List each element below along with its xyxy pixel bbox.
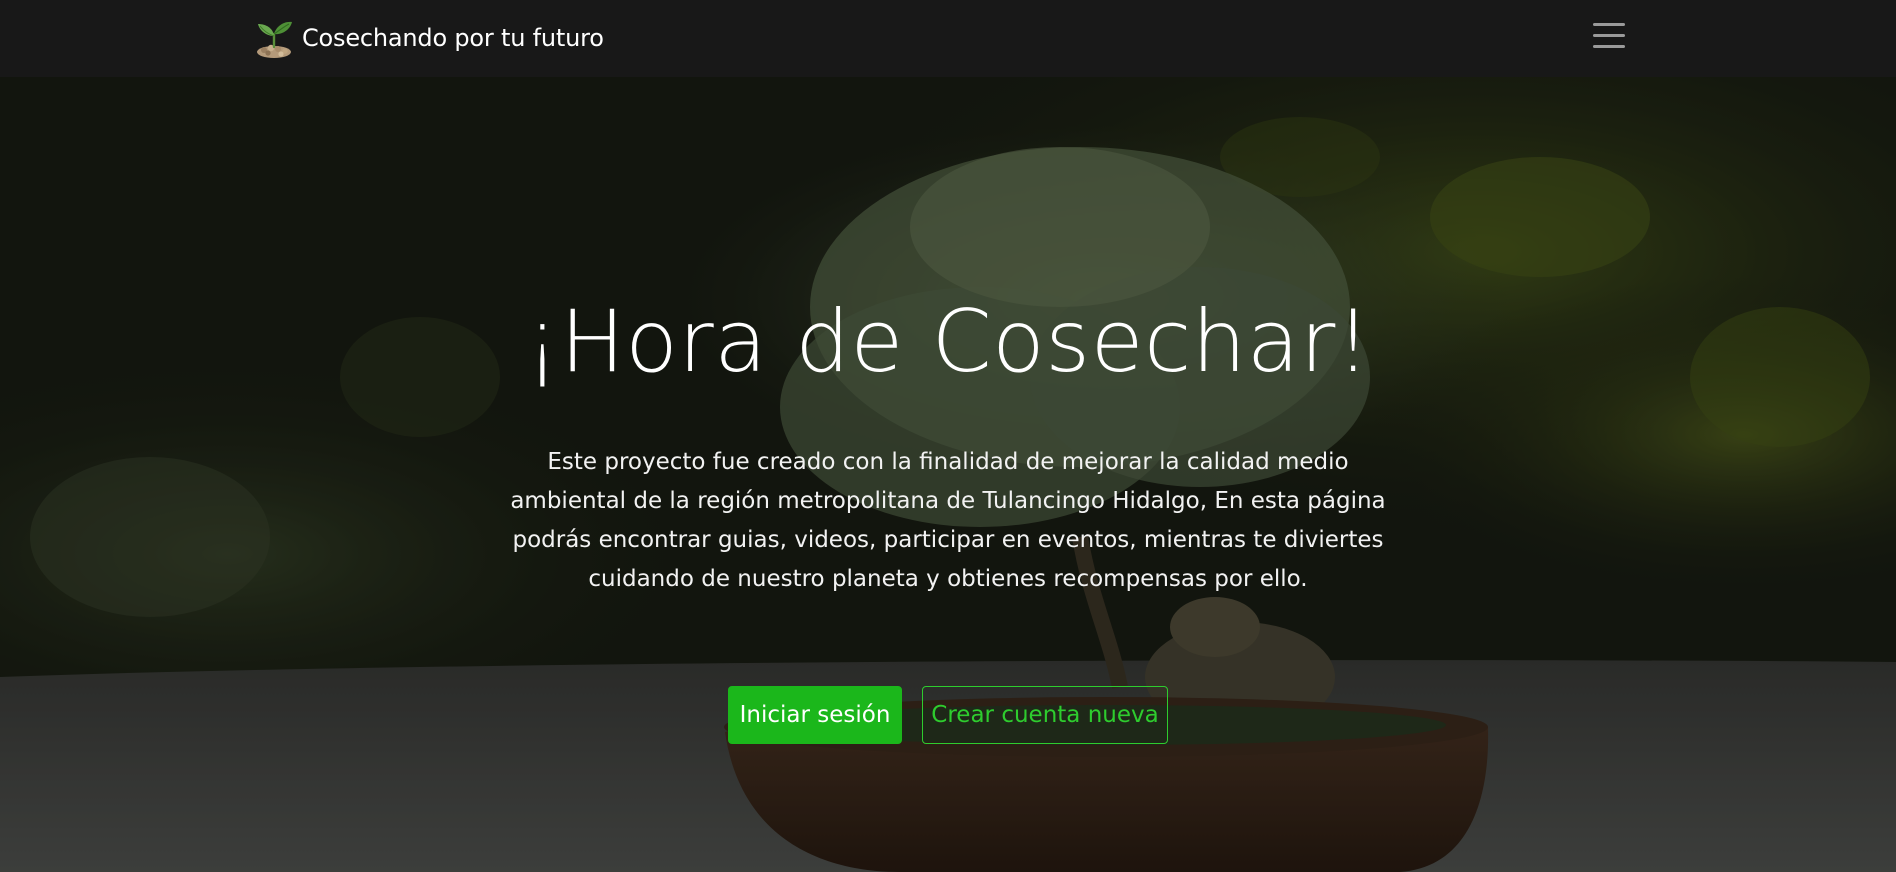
menu-bar-icon — [1593, 44, 1625, 48]
sprout-logo-icon — [257, 21, 292, 58]
hamburger-menu-button[interactable] — [1588, 16, 1630, 54]
brand-name: Cosechando por tu futuro — [302, 24, 604, 52]
hero-button-group: Iniciar sesión Crear cuenta nueva — [0, 686, 1896, 744]
login-button[interactable]: Iniciar sesión — [728, 686, 902, 744]
hero-section: ¡Hora de Cosechar! Este proyecto fue cre… — [0, 77, 1896, 872]
menu-bar-icon — [1593, 33, 1625, 37]
navbar: Cosechando por tu futuro — [0, 0, 1896, 77]
hero-description: Este proyecto fue creado con la finalida… — [510, 449, 1386, 592]
create-account-button[interactable]: Crear cuenta nueva — [922, 686, 1168, 744]
hero-title: ¡Hora de Cosechar! — [525, 292, 1371, 392]
page: Cosechando por tu futuro ¡Hora de Cosech… — [0, 0, 1896, 872]
menu-bar-icon — [1593, 22, 1625, 26]
brand-link[interactable]: Cosechando por tu futuro — [254, 18, 604, 58]
